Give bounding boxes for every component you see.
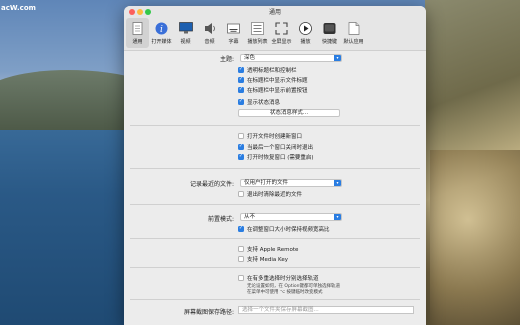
front-mode-select[interactable]: 从不 ▾: [240, 213, 342, 221]
option-keep-aspect[interactable]: 在调整窗口大小时保持视频宽高比: [238, 224, 330, 233]
checkbox[interactable]: [238, 274, 244, 281]
divider: [130, 238, 420, 239]
tab-playback[interactable]: 播放: [294, 18, 317, 48]
checkbox[interactable]: [238, 76, 244, 83]
checkbox[interactable]: [238, 66, 244, 73]
checkbox[interactable]: [238, 190, 244, 197]
tab-video[interactable]: 视频: [174, 18, 197, 48]
checkbox[interactable]: [238, 225, 244, 232]
preferences-toolbar: 通用 i 打开媒体 视频 音频 字幕 播放列表 全屏显示 播放 快捷键 默认应用: [124, 18, 426, 51]
general-icon: [131, 21, 145, 35]
fullscreen-icon: [275, 21, 289, 35]
option-new-window[interactable]: 打开文件时创建新窗口: [238, 131, 302, 140]
chevron-down-icon: ▾: [334, 55, 341, 61]
checkbox[interactable]: [238, 86, 244, 93]
screenshot-path-label: 屏幕截图保存路径:: [183, 309, 234, 316]
theme-label: 主题:: [219, 56, 234, 63]
info-icon: i: [155, 21, 169, 35]
window-title: 通用: [268, 9, 281, 16]
option-clear-recent[interactable]: 退出时清除最近的文件: [238, 189, 302, 198]
status-style-button[interactable]: 状态消息样式...: [238, 109, 340, 117]
chevron-down-icon: ▾: [334, 214, 341, 220]
multi-note-2: 在菜单中可使用 ⌥ 按键临时改变模式: [247, 290, 323, 295]
checkbox[interactable]: [238, 132, 244, 139]
tab-shortcuts[interactable]: 快捷键: [318, 18, 341, 48]
rock: [430, 150, 520, 325]
divider: [130, 299, 420, 300]
monitor-icon: [178, 21, 193, 35]
option-media-key[interactable]: 支持 Media Key: [238, 254, 288, 263]
option-quit-on-close[interactable]: 当最后一个窗口关闭时退出: [238, 142, 313, 151]
speaker-icon: [203, 21, 217, 35]
divider: [130, 267, 420, 268]
divider: [130, 125, 420, 126]
option-separate-tracks[interactable]: 在有多重选择时分别选择轨道: [238, 273, 319, 282]
recent-files-select[interactable]: 仅用户打开的文件 ▾: [240, 179, 342, 187]
divider: [130, 168, 420, 169]
preferences-window: 通用 通用 i 打开媒体 视频 音频 字幕 播放列表 全屏显示 播放 快捷键 默…: [124, 6, 426, 325]
option-show-status-msg[interactable]: 显示状态消息: [238, 97, 280, 106]
tab-playlist[interactable]: 播放列表: [246, 18, 269, 48]
front-mode-label: 前置模式:: [207, 216, 234, 223]
title-bar: 通用: [124, 6, 426, 18]
checkbox[interactable]: [238, 98, 244, 105]
general-pane: 主题: 深色▾ 透明标题栏和控制栏 在标题栏中显示文件标题 在标题栏中显示前置按…: [124, 51, 426, 325]
playlist-icon: [251, 21, 265, 35]
option-transparent-titlebar[interactable]: 透明标题栏和控制栏: [238, 65, 297, 74]
tab-general[interactable]: 通用: [126, 18, 149, 48]
tab-open-media[interactable]: i 打开媒体: [150, 18, 173, 48]
theme-select[interactable]: 深色 ▾: [240, 54, 342, 62]
checkbox[interactable]: [238, 245, 244, 252]
watermark-text: acW.com: [1, 4, 36, 12]
chevron-down-icon: ▾: [334, 180, 341, 186]
play-icon: [299, 21, 313, 35]
tab-audio[interactable]: 音频: [198, 18, 221, 48]
checkbox[interactable]: [238, 153, 244, 160]
option-show-front-button[interactable]: 在标题栏中显示前置按钮: [238, 85, 308, 94]
tab-fullscreen[interactable]: 全屏显示: [270, 18, 293, 48]
subtitles-icon: [227, 21, 241, 35]
checkbox[interactable]: [238, 255, 244, 262]
option-apple-remote[interactable]: 支持 Apple Remote: [238, 244, 298, 253]
divider: [130, 204, 420, 205]
option-show-file-title[interactable]: 在标题栏中显示文件标题: [238, 75, 308, 84]
svg-text:i: i: [160, 25, 163, 35]
checkbox[interactable]: [238, 143, 244, 150]
recent-files-label: 记录最近的文件:: [189, 181, 234, 188]
tab-default-app[interactable]: 默认应用: [342, 18, 365, 48]
screenshot-path-field[interactable]: 选择一个文件夹保存屏幕截图...: [238, 306, 414, 314]
default-app-icon: [347, 21, 361, 35]
tab-subtitles[interactable]: 字幕: [222, 18, 245, 48]
keyboard-icon: [323, 21, 337, 35]
option-restore-window[interactable]: 打开时恢复窗口 (需要重启): [238, 152, 314, 161]
